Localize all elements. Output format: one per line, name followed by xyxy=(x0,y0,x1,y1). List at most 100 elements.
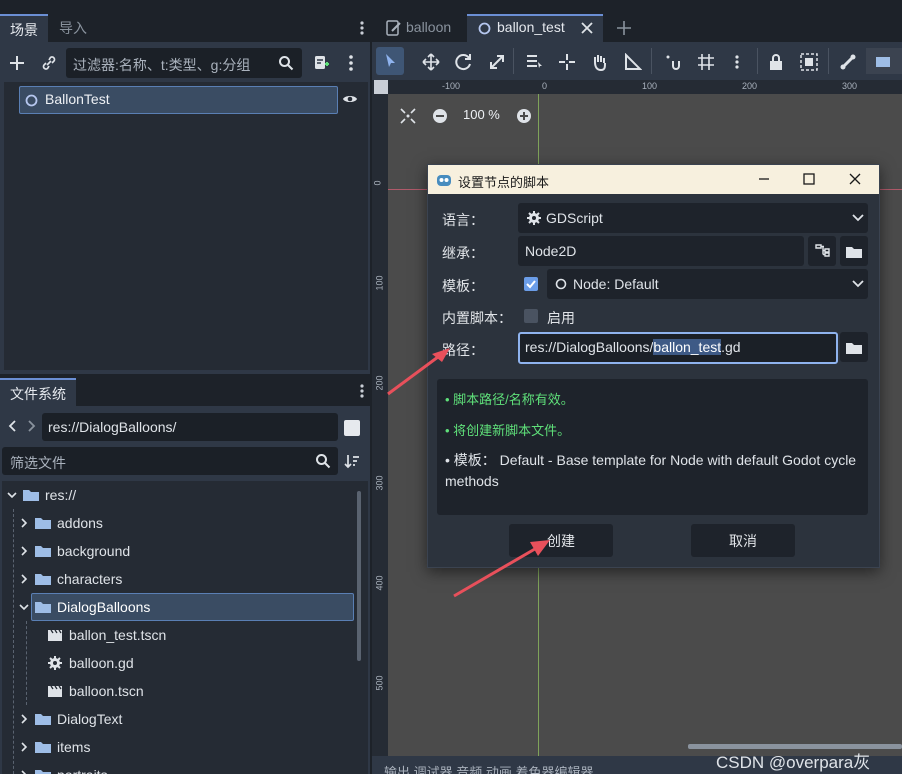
chevron-down-icon xyxy=(7,490,17,500)
gear-icon xyxy=(526,210,542,226)
browse-path-button[interactable] xyxy=(840,332,868,362)
snap-options-icon[interactable] xyxy=(730,54,744,70)
dialog-titlebar: 设置节点的脚本 xyxy=(428,165,879,194)
tab-filesystem[interactable]: 文件系统 xyxy=(0,378,76,406)
chevron-down-icon xyxy=(852,279,864,289)
cancel-button[interactable]: 取消 xyxy=(691,524,795,557)
toolbar-divider xyxy=(828,48,829,74)
canvas-toolbar xyxy=(372,42,902,80)
folder-icon xyxy=(846,342,862,354)
template-label: 模板： xyxy=(442,278,484,294)
godot-extra-button[interactable] xyxy=(866,48,902,74)
godot-logo-icon xyxy=(436,172,452,188)
fs-scrollbar[interactable] xyxy=(357,491,361,661)
zoom-out-icon[interactable] xyxy=(432,108,448,124)
pivot-tool-icon[interactable] xyxy=(558,53,576,71)
list-select-icon[interactable] xyxy=(525,53,543,71)
tab-balloon[interactable]: balloon xyxy=(372,14,464,42)
tab-import[interactable]: 导入 xyxy=(48,14,98,42)
chevron-right-icon xyxy=(19,742,29,752)
maximize-icon[interactable] xyxy=(803,173,815,185)
rotate-tool-icon[interactable] xyxy=(455,53,473,71)
scene-filter-input[interactable]: 过滤器:名称、t:类型、g:分组 xyxy=(66,48,302,78)
ruler-top: -100 0 100 200 300 xyxy=(372,80,902,94)
fs-item-label: background xyxy=(57,543,131,559)
minimize-icon[interactable] xyxy=(758,173,770,185)
ruler-label: 300 xyxy=(374,475,385,491)
scene-menu-icon[interactable] xyxy=(344,54,358,72)
language-select[interactable]: GDScript xyxy=(518,203,868,233)
path-suffix: .gd xyxy=(721,339,741,355)
smart-snap-icon[interactable] xyxy=(664,53,682,71)
dock-menu-icon[interactable] xyxy=(355,20,369,36)
folder-icon xyxy=(35,544,51,557)
node-icon xyxy=(25,94,38,107)
fs-filter-input[interactable]: 筛选文件 xyxy=(2,447,338,475)
fs-item-label: addons xyxy=(57,515,103,531)
ruler-tool-icon[interactable] xyxy=(624,53,642,71)
window-top-strip xyxy=(0,0,902,14)
zoom-in-icon[interactable] xyxy=(516,108,532,124)
filesystem-dock: 文件系统 res://DialogBalloons/ 筛选文件 res:// a… xyxy=(0,374,370,774)
center-view-icon[interactable] xyxy=(400,108,416,124)
add-node-icon[interactable] xyxy=(6,52,28,74)
template-select[interactable]: Node: Default xyxy=(547,269,868,299)
close-icon[interactable] xyxy=(581,22,593,34)
inherits-input[interactable]: Node2D xyxy=(518,236,804,266)
back-chevron-icon[interactable] xyxy=(7,419,17,433)
scene-root-node[interactable]: BallonTest xyxy=(19,86,338,114)
path-input[interactable]: res://DialogBalloons/ballon_test.gd xyxy=(518,332,838,364)
lock-icon[interactable] xyxy=(768,53,784,71)
path-text: res://DialogBalloons/ballon_test.gd xyxy=(525,339,741,355)
tab-balloon-label: balloon xyxy=(406,19,452,35)
fs-item-label: res:// xyxy=(45,487,77,503)
fs-path-text: res://DialogBalloons/ xyxy=(48,419,177,435)
builtin-checkbox[interactable] xyxy=(524,309,538,323)
ruler-label: 100 xyxy=(374,275,385,291)
scene-clapper-icon xyxy=(47,684,63,698)
ruler-corner xyxy=(374,80,388,94)
scene-dock: 过滤器:名称、t:类型、g:分组 BallonTest xyxy=(0,42,370,374)
tree-guide-sub xyxy=(26,621,28,705)
scene-root-label: BallonTest xyxy=(45,91,110,107)
sort-icon[interactable] xyxy=(344,453,360,469)
builtin-label: 内置脚本： xyxy=(442,310,512,326)
visibility-eye-icon[interactable] xyxy=(342,93,358,105)
zoom-level[interactable]: 100 % xyxy=(463,107,500,122)
attach-script-icon[interactable] xyxy=(310,52,332,74)
filesystem-tabbar: 文件系统 xyxy=(0,374,370,406)
class-tree-button[interactable] xyxy=(808,236,836,266)
add-tab-icon[interactable] xyxy=(616,20,632,36)
annotation-arrow-create xyxy=(453,540,550,598)
grid-snap-icon[interactable] xyxy=(697,53,715,71)
tab-ballon-test[interactable]: ballon_test xyxy=(467,14,603,42)
bone-icon[interactable] xyxy=(839,53,857,71)
fs-dock-menu-icon[interactable] xyxy=(355,383,369,399)
editor-tabbar: balloon ballon_test xyxy=(372,14,902,42)
layout-toggle-icon[interactable] xyxy=(344,420,360,436)
scale-tool-icon[interactable] xyxy=(488,53,506,71)
chevron-right-icon xyxy=(19,518,29,528)
edit-script-icon xyxy=(386,20,402,36)
link-icon[interactable] xyxy=(38,52,60,74)
validation-panel: • 脚本路径/名称有效。 • 将创建新脚本文件。 • 模板： Default -… xyxy=(437,379,868,515)
folder-icon xyxy=(846,246,862,258)
bottom-panel-tabs[interactable]: 输出 调试器 音频 动画 着色器编辑器 xyxy=(384,762,593,774)
group-icon[interactable] xyxy=(800,53,818,71)
forward-chevron-icon[interactable] xyxy=(27,419,37,433)
pan-hand-icon[interactable] xyxy=(591,53,609,71)
move-tool-icon[interactable] xyxy=(422,53,440,71)
dialog-title: 设置节点的脚本 xyxy=(458,175,550,190)
template-checkbox[interactable] xyxy=(524,277,538,291)
dialog-close-icon[interactable] xyxy=(849,173,861,185)
select-mode-button[interactable] xyxy=(376,47,404,75)
fs-path-field[interactable]: res://DialogBalloons/ xyxy=(42,413,338,441)
node-icon xyxy=(478,22,491,35)
fs-item-label: items xyxy=(57,739,91,755)
browse-parent-button[interactable] xyxy=(840,236,868,266)
validation-message: • 将创建新脚本文件。 xyxy=(445,423,571,438)
fs-item-label: characters xyxy=(57,571,123,587)
tab-scene[interactable]: 场景 xyxy=(0,14,48,42)
fs-item-label: DialogText xyxy=(57,711,123,727)
fs-item-label: portraits xyxy=(57,767,108,774)
